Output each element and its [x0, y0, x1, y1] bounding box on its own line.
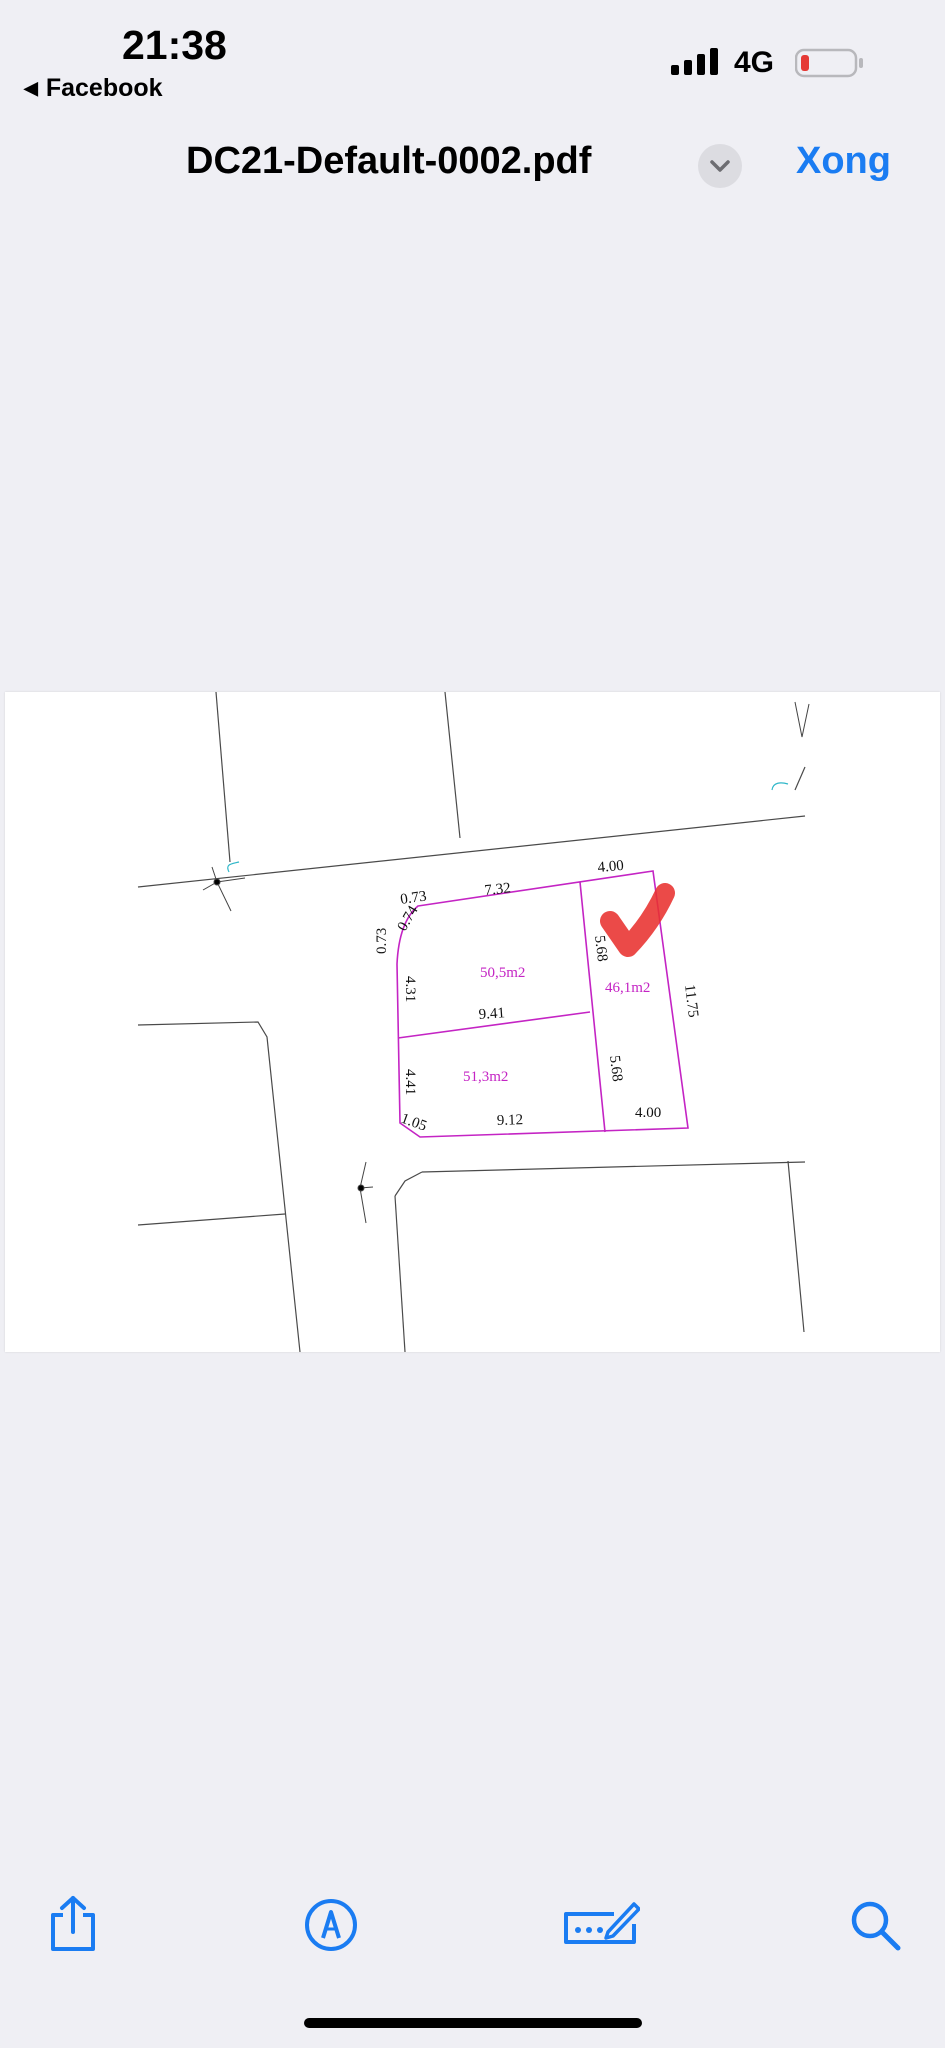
parcel-line-b	[444, 692, 461, 839]
dim-left-lower: 4.41	[402, 1069, 418, 1095]
street-line-top	[137, 815, 806, 888]
pdf-page: 0.73 0.74 0.73 7.32 4.00 4.31 9.41 4.41 …	[5, 692, 940, 1352]
share-icon	[51, 1896, 95, 1951]
form-fill-icon	[564, 1902, 641, 1944]
done-button[interactable]: Xong	[796, 140, 891, 183]
status-time: 21:38	[122, 22, 227, 68]
document-title: DC21-Default-0002.pdf	[186, 140, 592, 182]
back-to-app[interactable]: ◀ Facebook	[24, 74, 163, 103]
parcel-line-c	[137, 1021, 301, 1352]
dim-top-edge: 7.32	[484, 880, 512, 899]
home-indicator[interactable]	[304, 2018, 642, 2028]
dim-bottom-corner: 1.05	[399, 1111, 429, 1135]
dim-top-left-2: 0.74	[395, 903, 422, 934]
area-label-plot-c: 46,1m2	[605, 980, 650, 996]
cellular-signal-icon	[671, 48, 718, 75]
search-icon	[851, 1901, 901, 1951]
area-label-plot-b: 51,3m2	[463, 1069, 508, 1085]
parcel-line-h	[794, 766, 806, 791]
dim-right-edge: 11.75	[681, 984, 701, 1019]
dim-top-right-edge: 4.00	[597, 858, 625, 876]
parcel-line-f	[394, 1171, 423, 1197]
street-line-bottom	[421, 1161, 806, 1173]
area-label-plot-a: 50,5m2	[480, 965, 525, 981]
dim-left-top-edge: 0.73	[374, 928, 390, 954]
survey-arrow-1	[202, 866, 246, 912]
cyan-mark-1	[227, 861, 240, 873]
parcel-line-a	[215, 692, 231, 863]
parcel-line-g	[787, 1160, 805, 1333]
chevron-down-icon	[710, 160, 730, 172]
share-button[interactable]	[44, 1894, 102, 1961]
dim-left-upper: 4.31	[402, 976, 418, 1002]
dim-middle-divider: 9.41	[478, 1005, 505, 1023]
markup-pen-icon	[305, 1899, 357, 1951]
dim-divider-upper: 5.68	[591, 935, 610, 963]
cadastral-plan: 0.73 0.74 0.73 7.32 4.00 4.31 9.41 4.41 …	[137, 692, 810, 1352]
markup-button[interactable]	[302, 1894, 360, 1961]
north-mark	[794, 701, 810, 738]
check-mark-icon	[600, 883, 675, 957]
title-menu-button[interactable]	[698, 144, 742, 188]
dim-divider-lower: 5.68	[606, 1055, 625, 1083]
back-app-label: Facebook	[45, 74, 163, 102]
battery-icon	[795, 48, 863, 78]
back-triangle-icon: ◀	[24, 78, 38, 98]
survey-arrow-2	[359, 1161, 374, 1224]
form-fill-button[interactable]	[562, 1894, 641, 1961]
dim-bottom-right-edge: 4.00	[635, 1105, 661, 1121]
parcel-line-d	[137, 1213, 286, 1226]
cyan-mark-2	[771, 782, 789, 791]
dim-bottom-edge: 9.12	[497, 1112, 524, 1129]
parcel-line-e	[394, 1195, 406, 1352]
search-button[interactable]	[846, 1894, 904, 1961]
network-type: 4G	[734, 46, 775, 79]
